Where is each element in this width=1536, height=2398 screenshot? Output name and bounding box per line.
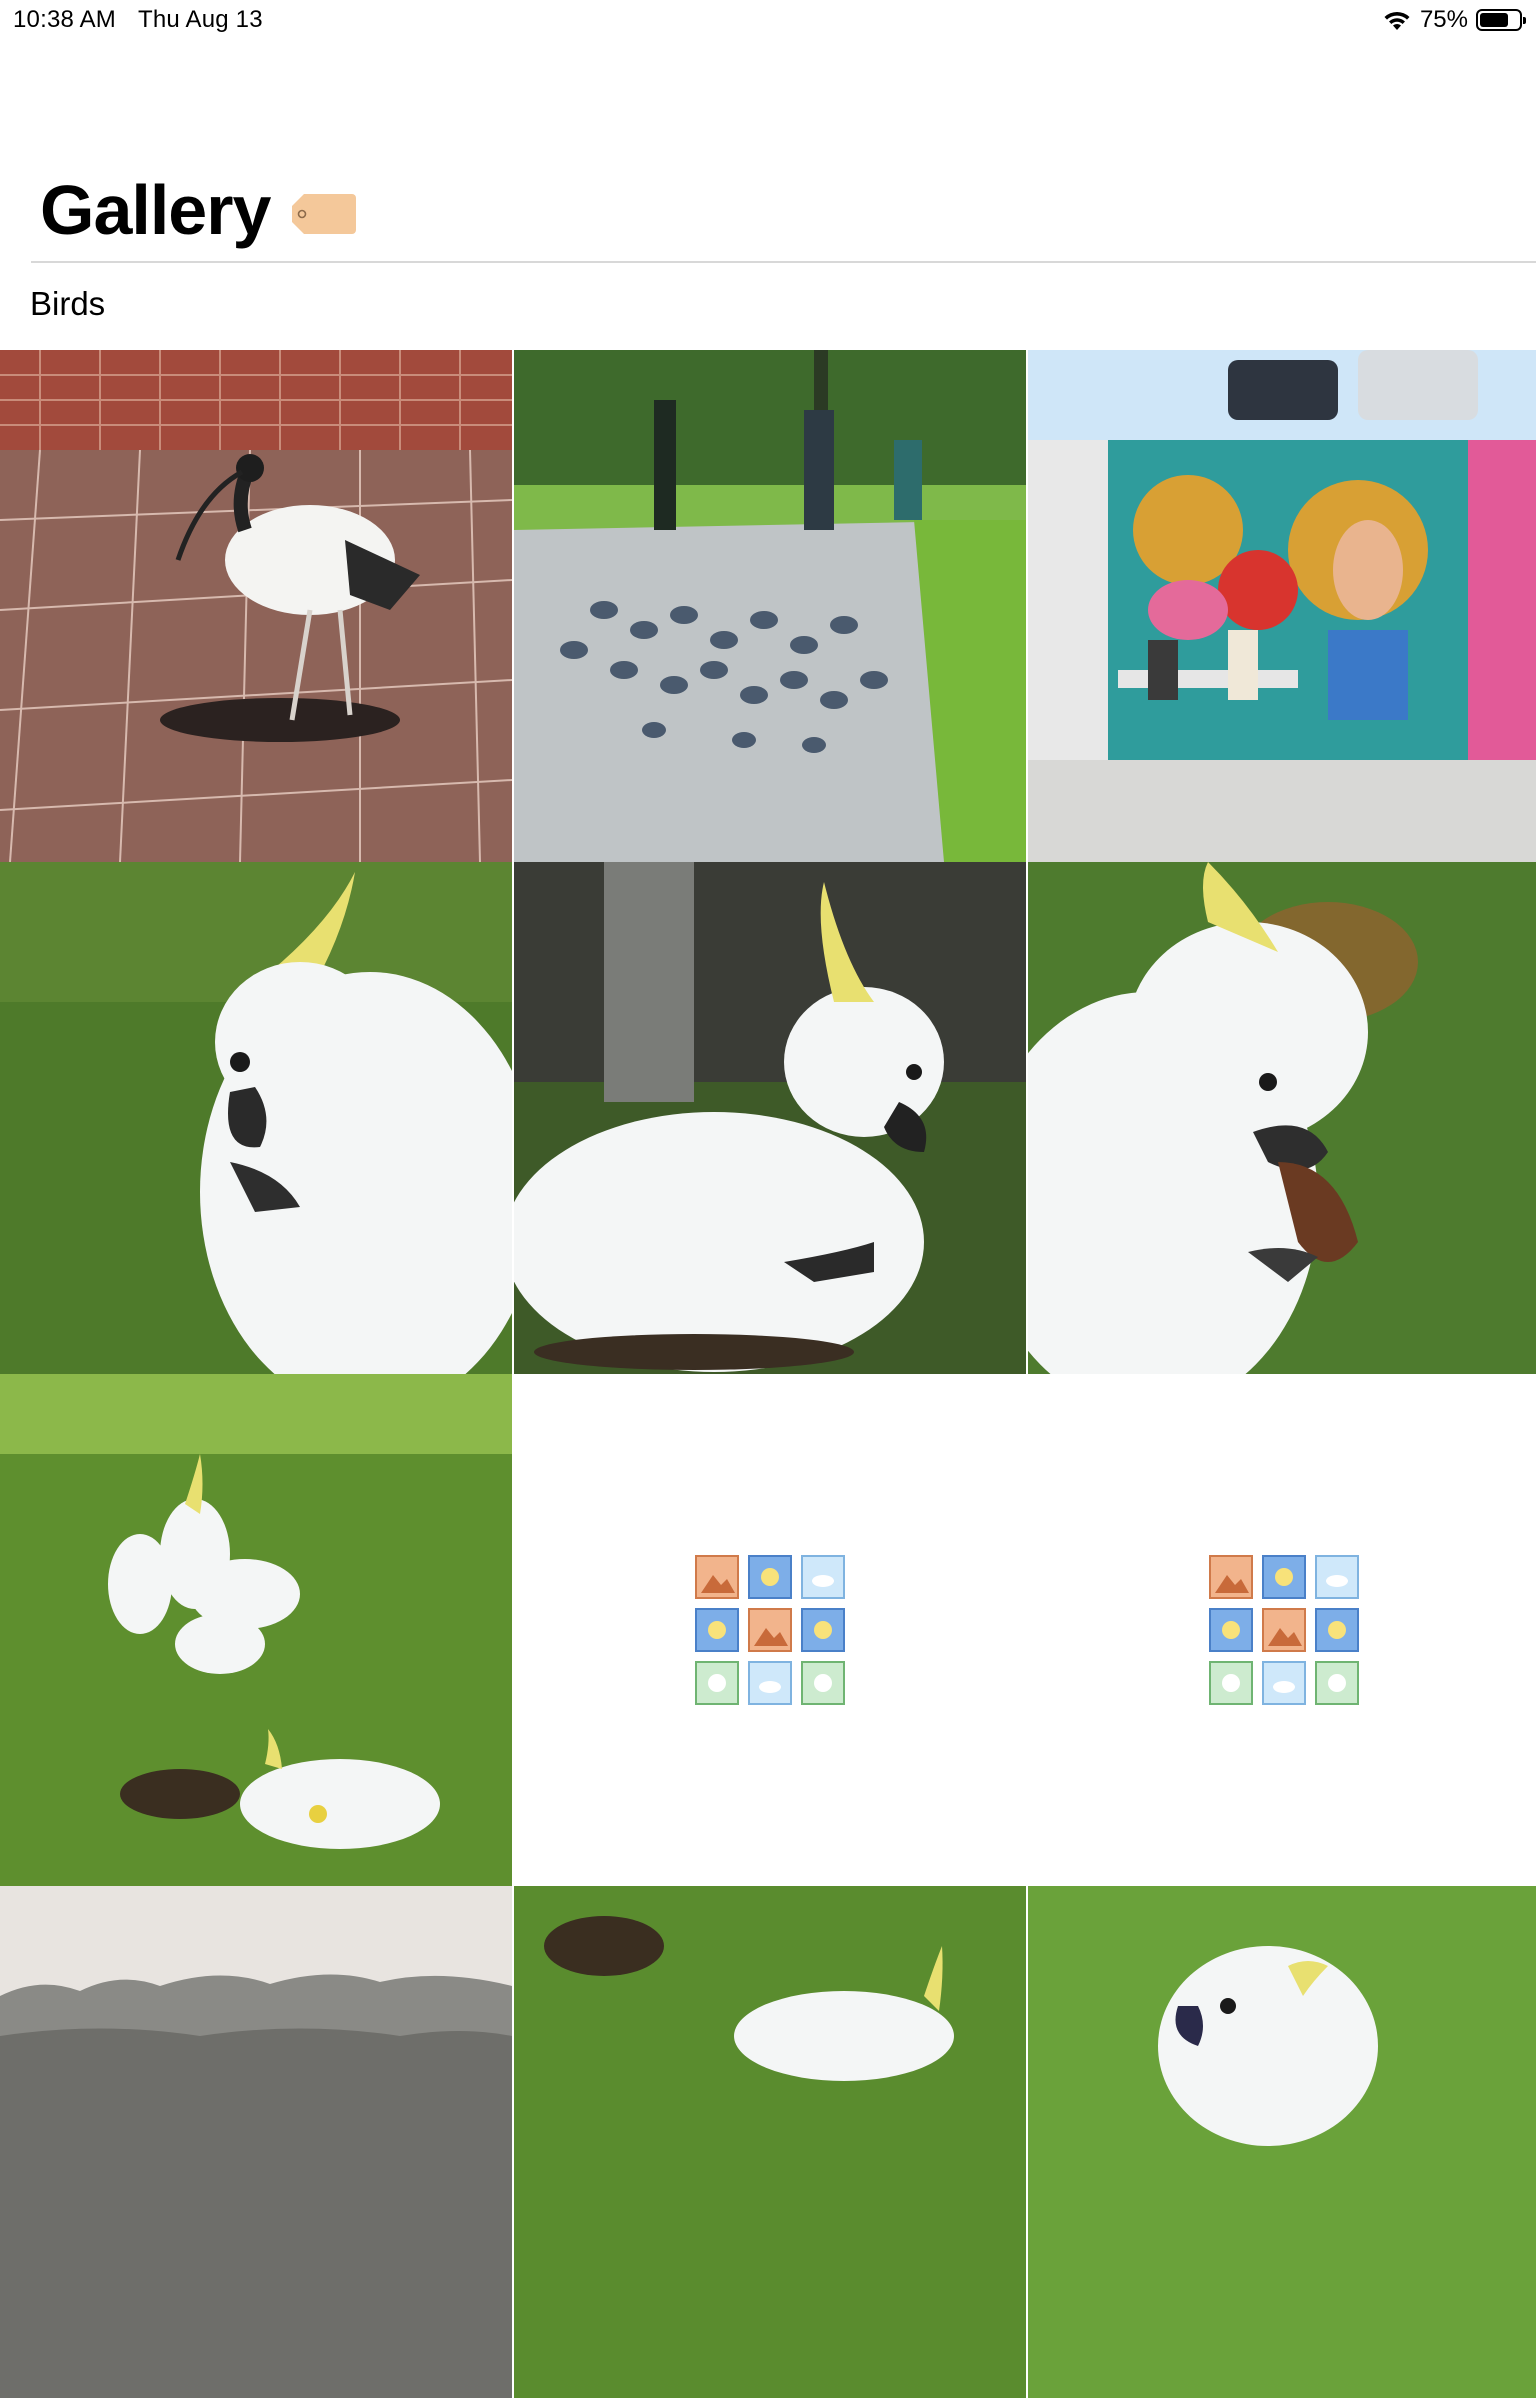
status-time: 10:38 AM — [13, 6, 117, 33]
battery-fill — [1480, 13, 1508, 27]
photo-cockatoo-2 — [514, 862, 1026, 1374]
photo-tile-cockatoos-group[interactable] — [0, 1374, 512, 1886]
image-grid-placeholder-icon — [1209, 1555, 1359, 1705]
wifi-icon — [1384, 11, 1410, 30]
image-grid-placeholder-icon — [695, 1555, 845, 1705]
photo-trees — [0, 1886, 512, 2398]
status-bar: 10:38 AM Thu Aug 13 75% — [0, 0, 1536, 40]
photo-tile-cockatoo-4[interactable] — [514, 1886, 1026, 2398]
photo-tile-mural[interactable] — [1028, 350, 1536, 862]
photo-cockatoo-4 — [514, 1886, 1026, 2398]
page-title: Gallery — [40, 171, 271, 249]
tag-icon[interactable] — [290, 192, 358, 236]
header-divider — [31, 261, 1536, 263]
photo-tile-pigeons[interactable] — [514, 350, 1026, 862]
battery-percent: 75% — [1419, 6, 1468, 33]
photo-cockatoos-group — [0, 1374, 512, 1886]
photo-grid — [0, 350, 1536, 2398]
photo-tile-cockatoo-5[interactable] — [1028, 1886, 1536, 2398]
photo-tile-cockatoo-1[interactable] — [0, 862, 512, 1374]
photo-ibis — [0, 350, 512, 862]
photo-tile-cockatoo-3[interactable] — [1028, 862, 1536, 1374]
title-row: Gallery — [40, 170, 358, 250]
section-label: Birds — [30, 285, 106, 322]
status-left: 10:38 AM Thu Aug 13 — [13, 6, 263, 34]
status-date: Thu Aug 13 — [138, 6, 263, 33]
battery-icon — [1476, 9, 1526, 31]
photo-cockatoo-3 — [1028, 862, 1536, 1374]
photo-tile-trees[interactable] — [0, 1886, 512, 2398]
photo-pigeons — [514, 350, 1026, 862]
photo-cockatoo-1 — [0, 862, 512, 1374]
battery-tip — [1523, 17, 1526, 24]
photo-cockatoo-5 — [1028, 1886, 1536, 2398]
photo-mural — [1028, 350, 1536, 862]
placeholder-tile-1[interactable] — [514, 1374, 1026, 1886]
status-right: 75% — [1382, 6, 1526, 34]
photo-tile-ibis[interactable] — [0, 350, 512, 862]
photo-tile-cockatoo-2[interactable] — [514, 862, 1026, 1374]
placeholder-tile-2[interactable] — [1028, 1374, 1536, 1886]
